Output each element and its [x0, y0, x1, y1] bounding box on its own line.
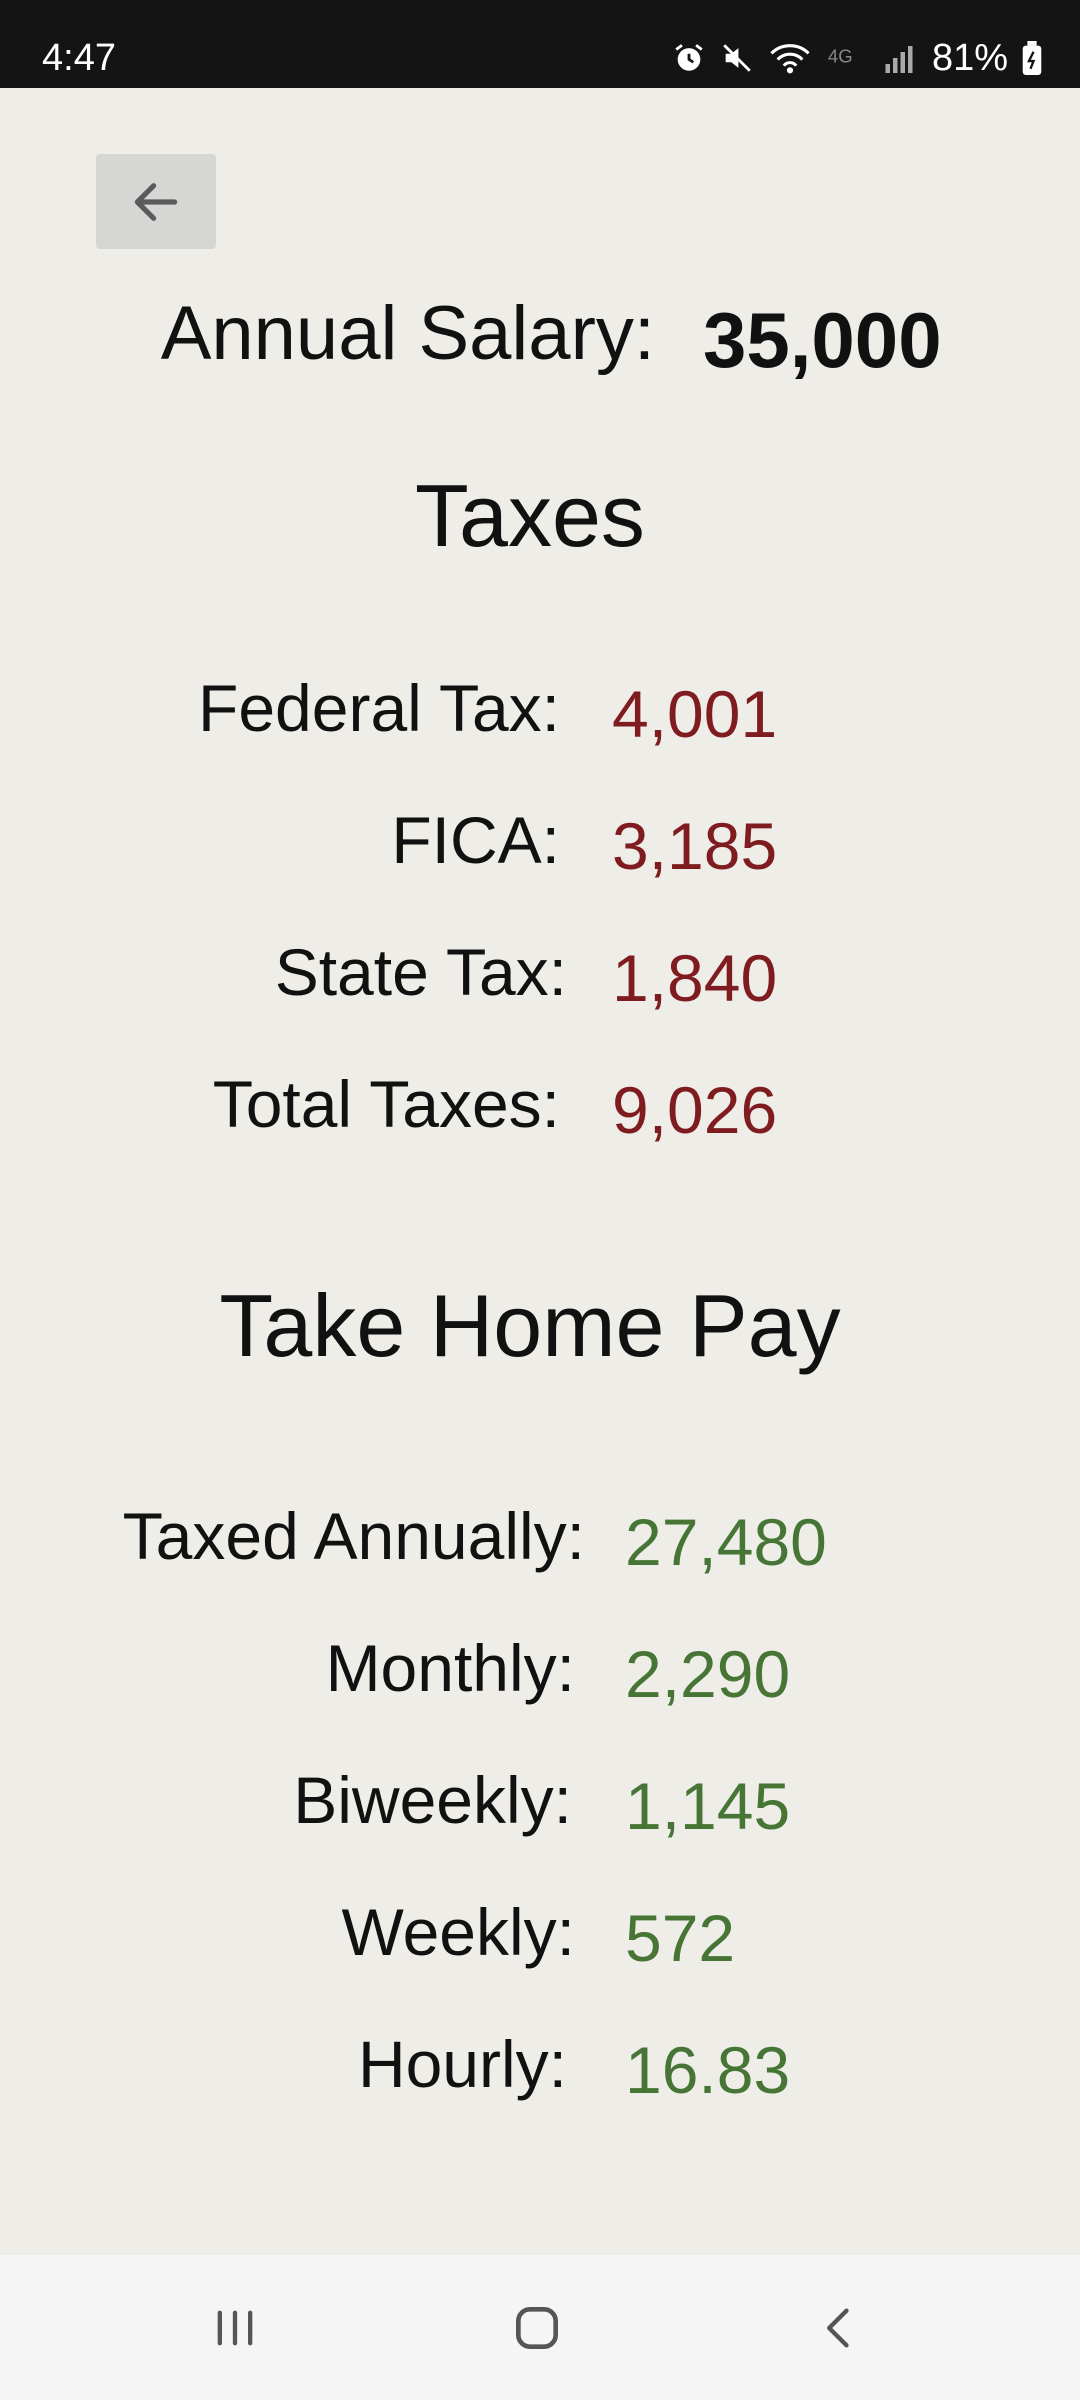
- biweekly-label: Biweekly:: [293, 1763, 572, 1837]
- biweekly-value: 1,145: [625, 1769, 791, 1843]
- monthly-value: 2,290: [625, 1637, 791, 1711]
- hourly-value: 16.83: [625, 2033, 791, 2107]
- take-home-title: Take Home Pay: [219, 1276, 841, 1375]
- state-tax-value: 1,840: [612, 941, 778, 1015]
- recents-icon: [217, 2310, 253, 2345]
- annual-salary-label: Annual Salary:: [160, 291, 655, 376]
- recents-button[interactable]: [175, 2255, 295, 2400]
- battery-icon: [1022, 41, 1042, 75]
- annual-salary-value: 35,000: [703, 296, 942, 384]
- 4g-icon: 4G: [828, 46, 853, 67]
- wifi-icon: [770, 44, 810, 74]
- total-taxes-label: Total Taxes:: [212, 1067, 560, 1141]
- home-button[interactable]: [477, 2255, 597, 2400]
- taxes-title: Taxes: [415, 466, 645, 565]
- battery-percent: 81%: [931, 36, 1008, 79]
- back-nav-button[interactable]: [780, 2255, 900, 2400]
- taxed-annually-label: Taxed Annually:: [122, 1499, 585, 1573]
- monthly-label: Monthly:: [325, 1631, 575, 1705]
- status-icons: 4G 81%: [672, 0, 1042, 88]
- back-icon: [827, 2308, 849, 2347]
- weekly-label: Weekly:: [341, 1895, 575, 1969]
- total-taxes-value: 9,026: [612, 1073, 778, 1147]
- state-tax-label: State Tax:: [274, 935, 567, 1009]
- federal-tax-value: 4,001: [612, 677, 778, 751]
- fica-label: FICA:: [391, 803, 560, 877]
- alarm-icon: [675, 44, 703, 71]
- fica-value: 3,185: [612, 809, 778, 883]
- arrow-left-icon: [134, 182, 178, 221]
- mute-icon: [723, 44, 751, 72]
- home-icon: [516, 2306, 558, 2349]
- navigation-bar: [0, 2255, 1080, 2400]
- hourly-label: Hourly:: [357, 2027, 567, 2101]
- status-time: 4:47: [42, 37, 116, 79]
- status-bar: 4:47 4G 81%: [0, 0, 1080, 88]
- svg-text:4G: 4G: [828, 46, 853, 67]
- weekly-value: 572: [625, 1901, 736, 1975]
- back-button[interactable]: [96, 154, 216, 249]
- federal-tax-label: Federal Tax:: [198, 671, 560, 745]
- signal-icon: [885, 46, 913, 73]
- taxed-annually-value: 27,480: [625, 1505, 827, 1579]
